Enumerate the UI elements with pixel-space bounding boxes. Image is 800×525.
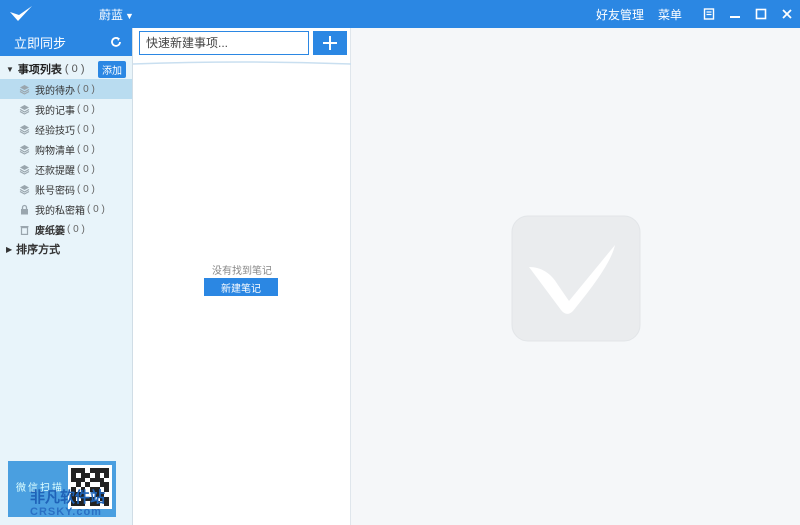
trash-icon [18, 223, 30, 235]
category-count: ( 0 ) [67, 223, 85, 235]
maximize-button[interactable] [748, 0, 774, 28]
category-label: 还款提醒 [35, 165, 75, 177]
item-list-label: 事项列表 [17, 64, 62, 76]
friends-management-link[interactable]: 好友管理 [596, 6, 644, 23]
plus-icon [323, 36, 337, 50]
add-category-button[interactable]: 添加 [98, 60, 126, 78]
quick-add-bar [139, 31, 347, 55]
category-item-repayment[interactable]: 还款提醒( 0 ) [0, 159, 132, 179]
category-item-private-box[interactable]: 我的私密箱( 0 ) [0, 199, 132, 219]
minimize-icon [730, 16, 740, 18]
category-count: ( 0 ) [87, 203, 105, 215]
stack-icon [18, 103, 30, 115]
watermark-main: 非凡软件站 [30, 489, 106, 506]
category-label: 购物清单 [35, 145, 75, 157]
app-logo-icon [10, 6, 32, 21]
document-icon [703, 8, 715, 20]
category-label: 废纸篓 [35, 225, 65, 237]
category-item-passwords[interactable]: 账号密码( 0 ) [0, 179, 132, 199]
app-logo-placeholder-icon [511, 215, 641, 342]
category-list: 我的待办( 0 ) 我的记事( 0 ) 经验技巧( 0 ) 购物清单( 0 ) … [0, 79, 132, 239]
category-count: ( 0 ) [77, 183, 95, 195]
sync-label: 立即同步 [14, 35, 67, 51]
collapsed-triangle-icon: ▶ [6, 244, 13, 254]
caret-down-icon: ▼ [125, 11, 134, 21]
category-count: ( 0 ) [77, 123, 95, 135]
skin-label: 蔚蓝 [99, 8, 124, 22]
stack-icon [18, 163, 30, 175]
refresh-icon [111, 37, 121, 47]
title-bar-actions: 好友管理 菜单 [596, 0, 800, 28]
category-label: 经验技巧 [35, 125, 75, 137]
category-count: ( 0 ) [77, 83, 95, 95]
stack-icon [18, 123, 30, 135]
category-item-shopping[interactable]: 购物清单( 0 ) [0, 139, 132, 159]
sidebar: 立即同步 ▼ 事项列表 ( 0 ) 添加 我的待办( 0 ) 我的记事( 0 )… [0, 28, 133, 525]
sort-mode-header[interactable]: ▶ 排序方式 [0, 239, 132, 259]
close-icon [782, 9, 792, 19]
skin-selector[interactable]: 蔚蓝 ▼ [99, 6, 134, 23]
lock-icon [18, 203, 30, 215]
quick-add-input[interactable] [139, 31, 309, 55]
site-watermark: 非凡软件站 CRSKY.com [30, 489, 106, 519]
watermark-sub: CRSKY.com [30, 506, 102, 518]
category-label: 我的待办 [35, 85, 75, 97]
category-count: ( 0 ) [77, 103, 95, 115]
stack-icon [18, 183, 30, 195]
category-item-trash[interactable]: 废纸篓( 0 ) [0, 219, 132, 239]
minimize-button[interactable] [722, 0, 748, 28]
stack-icon [18, 83, 30, 95]
category-count: ( 0 ) [77, 143, 95, 155]
category-item-tips[interactable]: 经验技巧( 0 ) [0, 119, 132, 139]
category-label: 我的记事 [35, 105, 75, 117]
sort-mode-label: 排序方式 [16, 244, 61, 256]
stack-icon [18, 143, 30, 155]
new-note-button[interactable]: 新建笔记 [204, 278, 278, 296]
category-label: 账号密码 [35, 185, 75, 197]
note-window-button[interactable] [696, 0, 722, 28]
list-divider [133, 61, 351, 65]
sync-now-button[interactable]: 立即同步 [0, 28, 132, 56]
category-item-notes[interactable]: 我的记事( 0 ) [0, 99, 132, 119]
note-detail-panel [351, 28, 800, 525]
empty-state-text: 没有找到笔记 [212, 266, 272, 277]
item-list-count: ( 0 ) [64, 63, 85, 75]
category-label: 我的私密箱 [35, 205, 85, 217]
maximize-icon [755, 8, 767, 20]
category-item-todo[interactable]: 我的待办( 0 ) [0, 79, 132, 99]
title-bar: 蔚蓝 ▼ 好友管理 菜单 [0, 0, 800, 28]
expand-triangle-icon: ▼ [6, 64, 14, 74]
menu-link[interactable]: 菜单 [658, 6, 682, 23]
quick-add-button[interactable] [313, 31, 347, 55]
category-count: ( 0 ) [77, 163, 95, 175]
item-list-header[interactable]: ▼ 事项列表 ( 0 ) 添加 [0, 59, 132, 79]
note-list-panel: 没有找到笔记 新建笔记 [133, 28, 351, 525]
close-button[interactable] [774, 0, 800, 28]
